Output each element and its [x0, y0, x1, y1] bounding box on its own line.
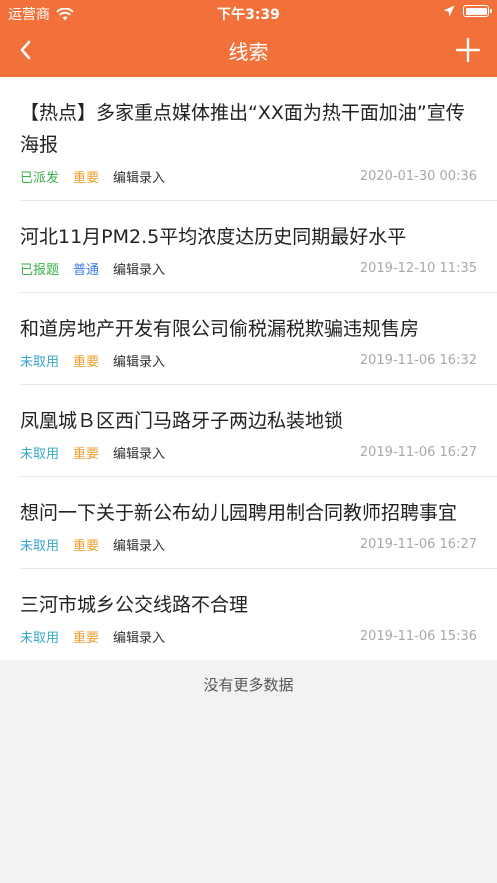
priority-badge: 重要: [73, 171, 100, 186]
status-badge: 未取用: [20, 355, 60, 370]
no-more-data-label: 没有更多数据: [203, 676, 294, 694]
priority-badge: 重要: [73, 631, 100, 646]
priority-badge: 重要: [73, 355, 100, 370]
item-title: 凤凰城Ｂ区西门马路牙子两边私装地锁: [20, 410, 344, 432]
status-badge: 已报题: [20, 263, 60, 278]
page-title: 线索: [228, 40, 269, 64]
status-right: [443, 5, 492, 17]
priority-badge: 普通: [73, 263, 100, 278]
status-badge: 未取用: [20, 631, 60, 646]
item-date: 2019-11-06 16:27: [359, 445, 477, 460]
source-label: 编辑录入: [113, 539, 166, 554]
item-title: 想问一下关于新公布幼儿园聘用制合同教师招聘事宜: [20, 502, 458, 524]
item-date: 2019-11-06 16:27: [359, 537, 477, 552]
item-date: 2019-11-06 15:36: [359, 629, 477, 644]
item-meta: 已报题 普通 编辑录入 2019-12-10 11:35: [20, 259, 477, 278]
list-item[interactable]: 和道房地产开发有限公司偷税漏税欺骗违规售房 未取用 重要 编辑录入 2019-1…: [20, 293, 497, 385]
source-label: 编辑录入: [113, 631, 166, 646]
status-badge: 已派发: [20, 171, 60, 186]
list-item[interactable]: 【热点】多家重点媒体推出“XX面为热干面加油”宣传海报 已派发 重要 编辑录入 …: [20, 77, 497, 201]
clock: 下午3:39: [217, 7, 280, 23]
item-meta: 未取用 重要 编辑录入 2019-11-06 16:32: [20, 351, 477, 370]
item-date: 2019-11-06 16:32: [359, 353, 477, 368]
source-label: 编辑录入: [113, 263, 166, 278]
item-date: 2020-01-30 00:36: [359, 169, 477, 184]
battery-icon: [463, 5, 492, 17]
item-title: 河北11月PM2.5平均浓度达历史同期最好水平: [20, 226, 407, 248]
list-item[interactable]: 河北11月PM2.5平均浓度达历史同期最好水平 已报题 普通 编辑录入 2019…: [20, 201, 497, 293]
lead-list: 【热点】多家重点媒体推出“XX面为热干面加油”宣传海报 已派发 重要 编辑录入 …: [0, 77, 497, 660]
item-title: 三河市城乡公交线路不合理: [20, 594, 249, 616]
list-item[interactable]: 想问一下关于新公布幼儿园聘用制合同教师招聘事宜 未取用 重要 编辑录入 2019…: [20, 477, 497, 569]
source-label: 编辑录入: [113, 355, 166, 370]
status-badge: 未取用: [20, 447, 60, 462]
item-date: 2019-12-10 11:35: [359, 261, 477, 276]
item-title: 【热点】多家重点媒体推出“XX面为热干面加油”宣传海报: [20, 102, 465, 156]
item-meta: 未取用 重要 编辑录入 2019-11-06 16:27: [20, 535, 477, 554]
list-item[interactable]: 凤凰城Ｂ区西门马路牙子两边私装地锁 未取用 重要 编辑录入 2019-11-06…: [20, 385, 497, 477]
item-title: 和道房地产开发有限公司偷税漏税欺骗违规售房: [20, 318, 420, 340]
source-label: 编辑录入: [113, 171, 166, 186]
item-meta: 未取用 重要 编辑录入 2019-11-06 16:27: [20, 443, 477, 462]
item-meta: 未取用 重要 编辑录入 2019-11-06 15:36: [20, 627, 477, 646]
list-item[interactable]: 三河市城乡公交线路不合理 未取用 重要 编辑录入 2019-11-06 15:3…: [20, 569, 497, 660]
header: 运营商 下午3:39 线索: [0, 0, 497, 77]
status-bar: 运营商 下午3:39: [0, 0, 497, 26]
priority-badge: 重要: [73, 447, 100, 462]
item-meta: 已派发 重要 编辑录入 2020-01-30 00:36: [20, 167, 477, 186]
status-badge: 未取用: [20, 539, 60, 554]
navbar: 线索: [0, 26, 497, 77]
add-button[interactable]: [455, 37, 481, 63]
priority-badge: 重要: [73, 539, 100, 554]
source-label: 编辑录入: [113, 447, 166, 462]
location-arrow-icon: [443, 5, 455, 17]
